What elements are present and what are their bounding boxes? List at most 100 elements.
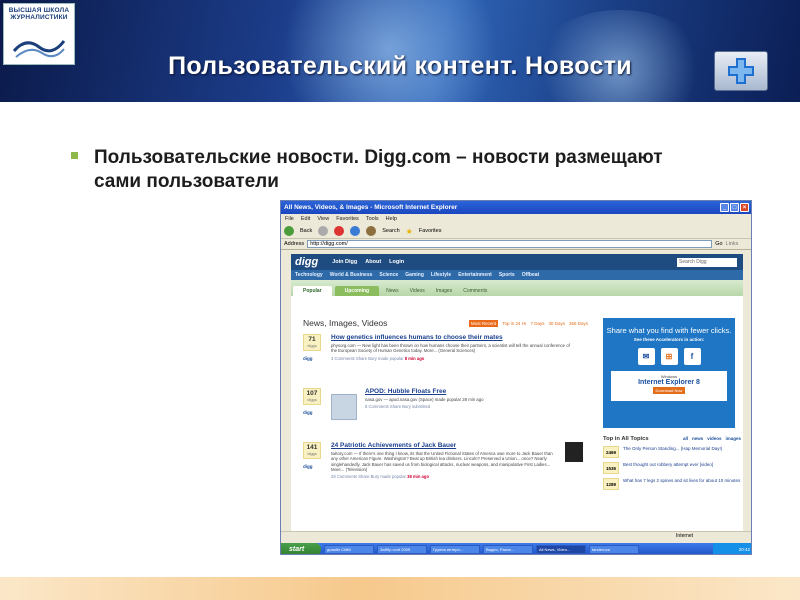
subtab-images[interactable]: Images [432,286,456,296]
nav-about[interactable]: About [365,259,381,265]
taskbar-item[interactable]: дизайн CMM [324,545,374,554]
minimize-icon[interactable]: _ [720,203,729,212]
address-label: Address [284,241,305,247]
filter-all[interactable]: all [683,436,688,441]
digg-it-link[interactable]: digg [303,410,313,415]
filter-news[interactable]: news [692,436,703,441]
ie8-ad[interactable]: Share what you find with fewer clicks. S… [603,318,735,428]
topic-title[interactable]: Best thought out robbery attempt ever [v… [623,462,741,467]
tab-upcoming[interactable]: Upcoming [334,286,380,296]
medical-cross-icon [714,51,768,91]
category-entertainment[interactable]: Entertainment [458,272,492,278]
story-description: nasa.gov — apod.nasa.gov (Space) made po… [365,397,484,402]
home-icon[interactable] [366,226,377,236]
sort-most-recent[interactable]: Most Recent [468,319,499,327]
category-science[interactable]: Science [379,272,398,278]
topic-digg-count[interactable]: 2469 [603,446,619,458]
category-world-business[interactable]: World & Business [330,272,373,278]
address-input[interactable]: http://digg.com/ [307,240,713,248]
digg-it-link[interactable]: digg [303,464,313,469]
digg-logo[interactable]: digg [295,256,318,268]
story-meta-text[interactable]: 3 Comments Share Bury made popular [331,356,404,361]
story-meta-text[interactable]: 8 Comments Share Bury submitted [365,404,430,409]
menu-file[interactable]: File [285,216,294,222]
menu-tools[interactable]: Tools [366,216,379,222]
story-title[interactable]: How genetics influences humans to choose… [331,334,576,341]
story-title[interactable]: APOD: Hubble Floats Free [365,388,575,395]
category-lifestyle[interactable]: Lifestyle [431,272,451,278]
topic-title[interactable]: The Only Person Standing... (Hap Memoria… [623,446,741,451]
back-button[interactable]: Back [300,228,312,234]
digg-count-badge[interactable]: 71 diggs [303,334,321,351]
taskbar-item[interactable]: Видео, Разно... [483,545,533,554]
maximize-icon[interactable]: □ [730,203,739,212]
subtab-videos[interactable]: Videos [406,286,429,296]
digg-search-input[interactable]: Search Digg [677,257,737,267]
sort-top-24hr[interactable]: Top in 24 Hr [502,321,526,326]
topic-digg-count[interactable]: 1536 [603,462,619,474]
digg-count-badge[interactable]: 141 diggs [303,442,321,459]
story-thumbnail[interactable] [331,394,357,420]
windows-icon: ⊞ [660,348,678,365]
ie-address-bar: Address http://digg.com/ Go Links [281,239,751,250]
ie-menu-bar: File Edit View Favorites Tools Help [281,214,751,224]
topic-row: 2469 The Only Person Standing... (Hap Me… [603,446,741,458]
ie-status-bar: Internet [281,531,751,541]
links-label[interactable]: Links [726,241,739,247]
slide-title: Пользовательский контент. Новости [168,52,632,80]
taskbar-item[interactable]: Группа интерн... [430,545,480,554]
story-description: physorg.com — New light has been thrown … [331,343,570,354]
section-header: News, Images, Videos Most Recent Top in … [303,316,588,330]
bullet-icon [71,152,78,159]
search-button[interactable]: Search [382,228,399,234]
category-sports[interactable]: Sports [499,272,515,278]
sort-30-days[interactable]: 30 Days [548,321,565,326]
digg-it-link[interactable]: digg [303,356,313,361]
subtab-comments[interactable]: Comments [459,286,491,296]
back-icon[interactable] [284,226,294,236]
sort-365-days[interactable]: 365 Days [569,321,588,326]
filter-images[interactable]: images [725,436,741,441]
taskbar-item[interactable]: Заббр conf 2009 [377,545,427,554]
close-icon[interactable]: × [740,203,749,212]
taskbar-item-active[interactable]: All News, Video... [536,545,586,554]
slide-footer-band [0,577,800,600]
forward-icon[interactable] [318,226,329,236]
start-button[interactable]: start [281,543,321,554]
taskbar-item[interactable]: tanderova [589,545,639,554]
sort-7-days[interactable]: 7 Days [530,321,544,326]
menu-view[interactable]: View [317,216,329,222]
story-time: 38 min ago [407,474,429,480]
ie8-box: Windows Internet Explorer 8 Download Now [611,371,727,401]
menu-help[interactable]: Help [386,216,397,222]
category-offbeat[interactable]: Offbeat [522,272,540,278]
filter-videos[interactable]: videos [707,436,721,441]
refresh-icon[interactable] [350,226,361,236]
menu-edit[interactable]: Edit [301,216,310,222]
tab-popular[interactable]: Popular [293,286,332,296]
subtab-news[interactable]: News [382,286,403,296]
stop-icon[interactable] [334,226,345,236]
category-gaming[interactable]: Gaming [405,272,424,278]
digg-count-label: diggs [307,343,317,348]
digg-count-badge[interactable]: 107 diggs [303,388,321,405]
favorites-button[interactable]: Favorites [419,228,442,234]
topic-title[interactable]: What has 7 legs 2 spines and sit lives f… [623,478,741,483]
go-button[interactable]: Go [715,241,722,247]
story-thumbnail[interactable] [565,442,583,462]
menu-favorites[interactable]: Favorites [336,216,359,222]
nav-login[interactable]: Login [389,259,404,265]
topic-digg-count[interactable]: 1289 [603,478,619,490]
mail-icon: ✉ [637,348,655,365]
digg-count: 71 [308,336,316,343]
story-body: 24 Patriotic Achievements of Jack Bauer … [331,442,559,479]
category-technology[interactable]: Technology [295,272,323,278]
nav-join-digg[interactable]: Join Digg [332,259,357,265]
story-title[interactable]: 24 Patriotic Achievements of Jack Bauer [331,442,559,449]
favorites-star-icon[interactable]: ★ [406,227,413,236]
story-list: News, Images, Videos Most Recent Top in … [303,316,588,506]
story-meta-text[interactable]: 28 Comments Share Bury made popular [331,474,406,479]
window-controls: _ □ × [720,203,749,212]
download-now-button[interactable]: Download Now [652,387,686,394]
ie-toolbar: Back Search ★ Favorites [281,224,751,239]
